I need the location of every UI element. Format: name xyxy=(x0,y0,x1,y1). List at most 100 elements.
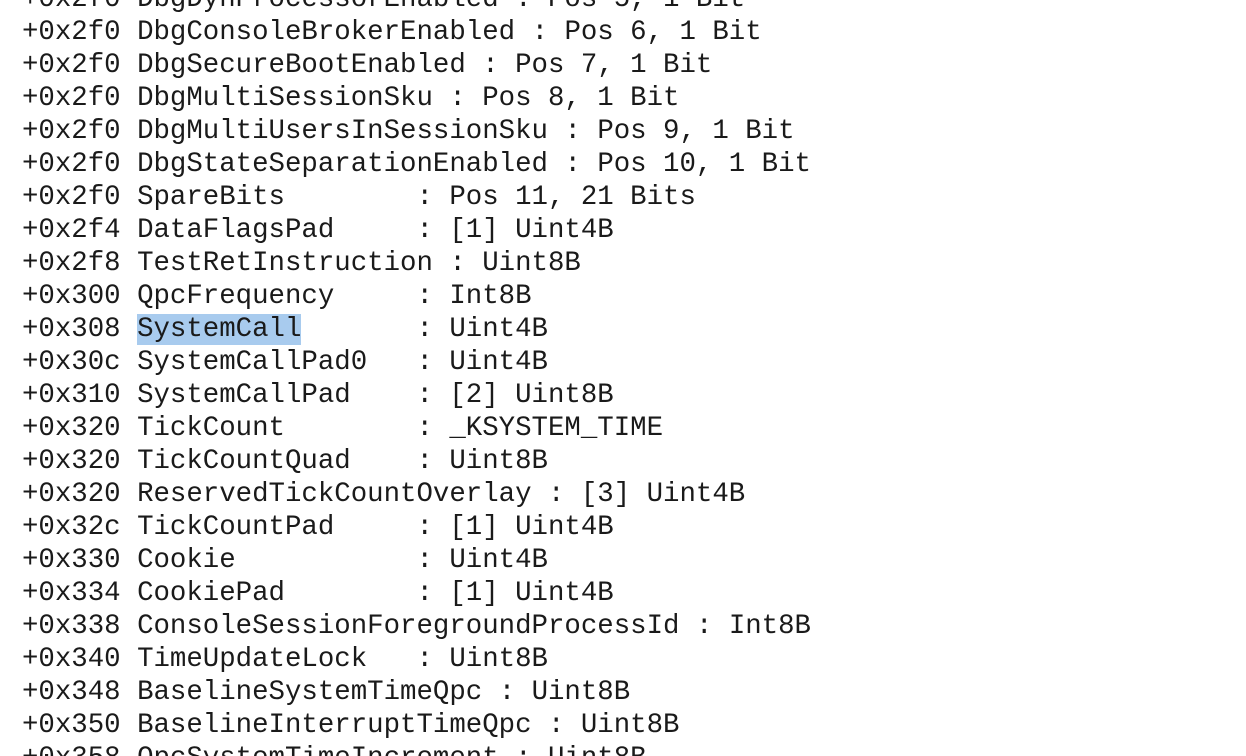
field-type: Pos 6, 1 Bit xyxy=(564,17,762,48)
field-offset: +0x320 xyxy=(22,479,121,510)
field-offset: +0x320 xyxy=(22,413,121,444)
struct-field-row: +0x2f0 DbgMultiUsersInSessionSku : Pos 9… xyxy=(22,115,811,148)
field-offset: +0x2f4 xyxy=(22,215,121,246)
field-separator: : xyxy=(695,611,713,642)
field-name[interactable]: DbgDynProcessorEnabled xyxy=(137,0,499,15)
struct-field-row: +0x2f0 DbgDynProcessorEnabled : Pos 5, 1… xyxy=(22,0,811,16)
field-separator: : xyxy=(416,380,433,411)
field-separator: : xyxy=(515,743,531,756)
field-padding xyxy=(351,446,417,477)
field-type: Uint4B xyxy=(449,314,548,345)
field-name[interactable]: DbgMultiUsersInSessionSku xyxy=(137,116,548,147)
field-name[interactable]: ReservedTickCountOverlay xyxy=(137,479,532,510)
field-type: Uint8B xyxy=(531,677,631,708)
field-type: Pos 9, 1 Bit xyxy=(597,116,795,147)
field-separator: : xyxy=(482,50,499,81)
struct-field-row: +0x300 QpcFrequency : Int8B xyxy=(22,280,811,313)
field-name[interactable]: BaselineInterruptTimeQpc xyxy=(137,710,532,741)
field-padding xyxy=(334,512,416,543)
field-name[interactable]: TickCountQuad xyxy=(137,446,351,477)
field-type: Pos 7, 1 Bit xyxy=(515,50,713,81)
field-offset: +0x308 xyxy=(22,314,121,345)
field-type: Uint4B xyxy=(449,347,548,378)
field-padding xyxy=(515,17,531,48)
field-name-selected[interactable]: SystemCall xyxy=(137,314,302,345)
field-name[interactable]: QpcFrequency xyxy=(137,281,334,312)
struct-field-row: +0x350 BaselineInterruptTimeQpc : Uint8B xyxy=(22,709,811,742)
struct-field-row: +0x320 ReservedTickCountOverlay : [3] Ui… xyxy=(22,478,811,511)
field-padding xyxy=(680,611,696,642)
field-name[interactable]: SystemCallPad0 xyxy=(137,347,367,378)
field-padding xyxy=(334,215,416,246)
field-type: Int8B xyxy=(728,611,811,642)
field-padding xyxy=(499,0,515,15)
field-name[interactable]: DbgSecureBootEnabled xyxy=(137,50,466,81)
field-offset: +0x340 xyxy=(22,644,121,675)
field-name[interactable]: TickCountPad xyxy=(137,512,334,543)
field-separator: : xyxy=(449,248,466,279)
struct-field-row: +0x30c SystemCallPad0 : Uint4B xyxy=(22,346,811,379)
field-type: Pos 5, 1 Bit xyxy=(548,0,745,15)
field-separator: : xyxy=(498,677,516,708)
struct-field-row: +0x2f0 SpareBits : Pos 11, 21 Bits xyxy=(22,181,811,214)
field-type: [2] Uint8B xyxy=(449,380,614,411)
field-type: [1] Uint4B xyxy=(449,512,614,543)
field-padding xyxy=(285,578,417,609)
field-name[interactable]: TickCount xyxy=(137,413,285,444)
field-offset: +0x350 xyxy=(22,710,121,741)
field-separator: : xyxy=(548,479,565,510)
field-separator: : xyxy=(416,314,433,345)
field-type: Uint4B xyxy=(449,545,548,576)
field-separator: : xyxy=(416,512,433,543)
field-padding xyxy=(334,281,416,312)
field-name[interactable]: TestRetInstruction xyxy=(137,248,433,279)
field-offset: +0x358 xyxy=(22,743,121,756)
struct-field-row: +0x2f8 TestRetInstruction : Uint8B xyxy=(22,247,811,280)
field-offset: +0x2f0 xyxy=(22,116,121,147)
field-type: Uint8B xyxy=(482,248,581,279)
field-separator: : xyxy=(564,149,581,180)
field-name[interactable]: ConsoleSessionForegroundProcessId xyxy=(137,611,679,642)
field-offset: +0x32c xyxy=(22,512,121,543)
field-type: Pos 8, 1 Bit xyxy=(482,83,680,114)
field-name[interactable]: DbgStateSeparationEnabled xyxy=(137,149,548,180)
field-offset: +0x348 xyxy=(22,677,121,708)
struct-field-row: +0x2f4 DataFlagsPad : [1] Uint4B xyxy=(22,214,811,247)
field-type: [1] Uint4B xyxy=(449,578,614,609)
field-padding xyxy=(548,149,564,180)
field-padding xyxy=(433,248,449,279)
field-offset: +0x2f0 xyxy=(22,0,121,15)
struct-field-row: +0x2f0 DbgStateSeparationEnabled : Pos 1… xyxy=(22,148,811,181)
field-separator: : xyxy=(416,644,433,675)
field-offset: +0x2f0 xyxy=(22,50,121,81)
field-separator: : xyxy=(416,578,433,609)
field-name[interactable]: BaselineSystemTimeQpc xyxy=(137,677,482,708)
field-type: Uint8B xyxy=(449,644,548,675)
field-name[interactable]: DbgMultiSessionSku xyxy=(137,83,433,114)
field-offset: +0x2f8 xyxy=(22,248,121,279)
struct-field-row: +0x358 QpcSystemTimeIncrement : Uint8B xyxy=(22,742,811,756)
struct-field-row: +0x348 BaselineSystemTimeQpc : Uint8B xyxy=(22,676,811,709)
field-type: Pos 11, 21 Bits xyxy=(449,182,696,213)
struct-field-row: +0x32c TickCountPad : [1] Uint4B xyxy=(22,511,811,544)
struct-field-row: +0x310 SystemCallPad : [2] Uint8B xyxy=(22,379,811,412)
field-name[interactable]: SpareBits xyxy=(137,182,285,213)
field-name[interactable]: CookiePad xyxy=(137,578,285,609)
field-padding xyxy=(548,116,564,147)
field-name[interactable]: SystemCallPad xyxy=(137,380,351,411)
field-type: [1] Uint4B xyxy=(449,215,614,246)
field-name[interactable]: DataFlagsPad xyxy=(137,215,334,246)
field-padding xyxy=(367,644,416,675)
field-type: Int8B xyxy=(449,281,532,312)
field-offset: +0x310 xyxy=(22,380,121,411)
field-name[interactable]: TimeUpdateLock xyxy=(137,644,367,675)
struct-field-row: +0x320 TickCount : _KSYSTEM_TIME xyxy=(22,412,811,445)
debugger-output-view: +0x2f0 DbgDynProcessorEnabled : Pos 5, 1… xyxy=(0,0,1246,756)
field-name[interactable]: DbgConsoleBrokerEnabled xyxy=(137,17,515,48)
field-name[interactable]: QpcSystemTimeIncrement xyxy=(137,743,499,756)
field-offset: +0x338 xyxy=(22,611,121,642)
field-name[interactable]: Cookie xyxy=(137,545,236,576)
field-padding xyxy=(285,182,417,213)
field-separator: : xyxy=(416,182,433,213)
field-type: Pos 10, 1 Bit xyxy=(597,149,811,180)
